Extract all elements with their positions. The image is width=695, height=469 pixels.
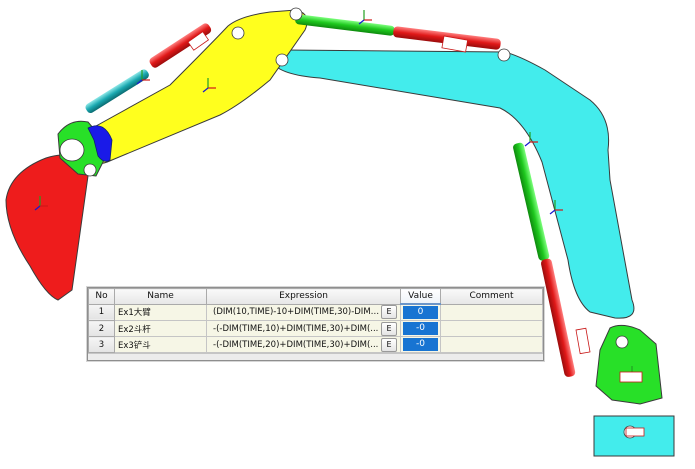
row-name[interactable]: Ex1大臂 xyxy=(114,303,207,321)
col-header-comment[interactable]: Comment xyxy=(440,288,543,305)
table-footer xyxy=(88,353,543,360)
edit-expression-button[interactable]: E xyxy=(381,321,397,336)
table-header-row: No Name Expression Value Comment xyxy=(88,288,543,305)
row-value[interactable]: 0 xyxy=(400,303,441,321)
expression-text[interactable]: -(-DIM(TIME,20)+DIM(TIME,30)+DIM(... xyxy=(208,340,382,350)
row-comment[interactable] xyxy=(440,336,543,353)
row-number: 2 xyxy=(88,320,115,337)
expression-text[interactable]: (DIM(10,TIME)-10+DIM(TIME,30)-DIM(... xyxy=(208,307,381,317)
row-number: 3 xyxy=(88,336,115,353)
col-header-value[interactable]: Value xyxy=(400,288,441,305)
row-comment[interactable] xyxy=(440,320,543,337)
joint-marker-icon xyxy=(615,335,629,349)
value-cell[interactable]: -0 xyxy=(403,338,438,351)
row-expression[interactable]: -(-DIM(TIME,10)+DIM(TIME,30)+DIM(... E xyxy=(206,320,401,337)
row-expression[interactable]: (DIM(10,TIME)-10+DIM(TIME,30)-DIM(... E xyxy=(206,303,401,321)
table-row[interactable]: 3 Ex3铲斗 -(-DIM(TIME,20)+DIM(TIME,30)+DIM… xyxy=(88,336,543,353)
boom-cylinder[interactable] xyxy=(295,14,501,50)
joint-marker-icon xyxy=(275,53,289,67)
value-cell[interactable]: -0 xyxy=(403,322,438,335)
row-number: 1 xyxy=(88,303,115,321)
arm-body[interactable] xyxy=(270,49,635,319)
row-name[interactable]: Ex3铲斗 xyxy=(114,336,207,353)
expression-text[interactable]: -(-DIM(TIME,10)+DIM(TIME,30)+DIM(... xyxy=(208,324,382,334)
table-row[interactable]: 1 Ex1大臂 (DIM(10,TIME)-10+DIM(TIME,30)-DI… xyxy=(88,303,543,321)
row-value[interactable]: -0 xyxy=(400,336,441,353)
joint-marker-icon xyxy=(83,163,97,177)
joint-marker-icon xyxy=(231,26,245,40)
value-cell[interactable]: 0 xyxy=(403,306,438,319)
edit-expression-button[interactable]: E xyxy=(381,337,397,352)
table-row[interactable]: 2 Ex2斗杆 -(-DIM(TIME,10)+DIM(TIME,30)+DIM… xyxy=(88,320,543,337)
col-header-name[interactable]: Name xyxy=(114,288,207,305)
col-header-no[interactable]: No xyxy=(88,288,115,305)
model-viewport[interactable] xyxy=(0,0,695,469)
row-comment[interactable] xyxy=(440,303,543,321)
arm-mount[interactable] xyxy=(595,324,663,405)
expression-table: No Name Expression Value Comment 1 Ex1大臂… xyxy=(87,287,544,361)
row-value[interactable]: -0 xyxy=(400,320,441,337)
row-name[interactable]: Ex2斗杆 xyxy=(114,320,207,337)
joint-marker-icon xyxy=(289,7,303,21)
row-expression[interactable]: -(-DIM(TIME,20)+DIM(TIME,30)+DIM(... E xyxy=(206,336,401,353)
col-header-expression[interactable]: Expression xyxy=(206,288,401,305)
edit-expression-button[interactable]: E xyxy=(381,305,397,320)
joint-marker-icon xyxy=(497,48,511,62)
bucket-body[interactable] xyxy=(5,154,89,301)
